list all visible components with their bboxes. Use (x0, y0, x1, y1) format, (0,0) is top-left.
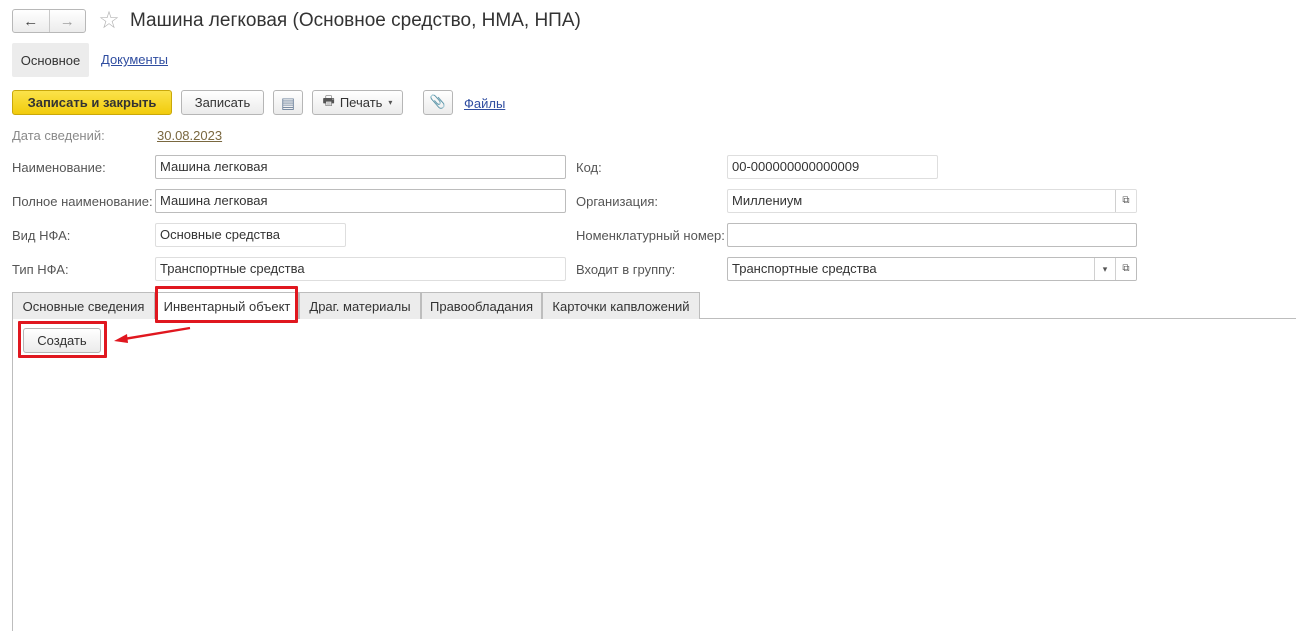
back-arrow-icon[interactable]: ← (13, 10, 49, 32)
date-value-link[interactable]: 30.08.2023 (157, 128, 222, 144)
nfa-type-label: Тип НФА: (12, 262, 69, 277)
open-icon[interactable]: ⧉ (1115, 190, 1136, 212)
group-value: Транспортные средства (732, 261, 877, 276)
tab-capital-investment-cards[interactable]: Карточки капвложений (542, 292, 700, 319)
forward-arrow-icon[interactable]: → (48, 10, 86, 32)
code-label: Код: (576, 160, 602, 175)
list-report-button[interactable]: ▤ (273, 90, 303, 115)
list-icon: ▤ (280, 94, 296, 112)
group-field[interactable]: Транспортные средства ▾ ⧉ (727, 257, 1137, 281)
tab-precious-materials[interactable]: Драг. материалы (299, 292, 421, 319)
page-tab-main[interactable]: Основное (12, 43, 89, 77)
nfa-kind-label: Вид НФА: (12, 228, 71, 243)
print-label: Печать (339, 95, 383, 110)
fullname-label: Полное наименование: (12, 194, 153, 209)
button-highlight-box (18, 321, 107, 358)
name-label: Наименование: (12, 160, 106, 175)
fullname-field[interactable]: Машина легковая (155, 189, 566, 213)
save-and-close-button[interactable]: Записать и закрыть (12, 90, 172, 115)
organization-value: Миллениум (732, 193, 803, 208)
tab-main-info[interactable]: Основные сведения (12, 292, 155, 319)
nomenclature-label: Номенклатурный номер: (576, 228, 725, 243)
date-label: Дата сведений: (12, 128, 105, 143)
chevron-down-icon[interactable]: ▾ (1094, 258, 1115, 280)
code-field: 00-000000000000009 (727, 155, 938, 179)
attach-button[interactable]: 📎 (423, 90, 453, 115)
open-icon[interactable]: ⧉ (1115, 258, 1136, 280)
tab-highlight-box (155, 286, 298, 323)
history-nav: ← → (12, 9, 86, 33)
group-label: Входит в группу: (576, 262, 676, 277)
page-tab-documents[interactable]: Документы (101, 52, 168, 68)
page-title: Машина легковая (Основное средство, НМА,… (130, 10, 581, 31)
tab-content-panel (12, 319, 1296, 631)
nomenclature-field[interactable] (727, 223, 1137, 247)
tab-rights[interactable]: Правообладания (421, 292, 542, 319)
favorite-star-icon[interactable]: ☆ (96, 8, 122, 34)
nfa-kind-field: Основные средства (155, 223, 346, 247)
save-button[interactable]: Записать (181, 90, 264, 115)
name-field[interactable]: Машина легковая (155, 155, 566, 179)
print-button[interactable]: 🖶 Печать ▾ (312, 90, 403, 115)
red-arrow-icon (114, 326, 191, 343)
nfa-type-field: Транспортные средства (155, 257, 566, 281)
chevron-down-icon: ▾ (388, 98, 393, 107)
printer-icon: 🖶 (322, 93, 335, 109)
paperclip-icon: 📎 (429, 95, 447, 110)
files-link[interactable]: Файлы (464, 96, 505, 112)
organization-field[interactable]: Миллениум ⧉ (727, 189, 1137, 213)
organization-label: Организация: (576, 194, 659, 209)
